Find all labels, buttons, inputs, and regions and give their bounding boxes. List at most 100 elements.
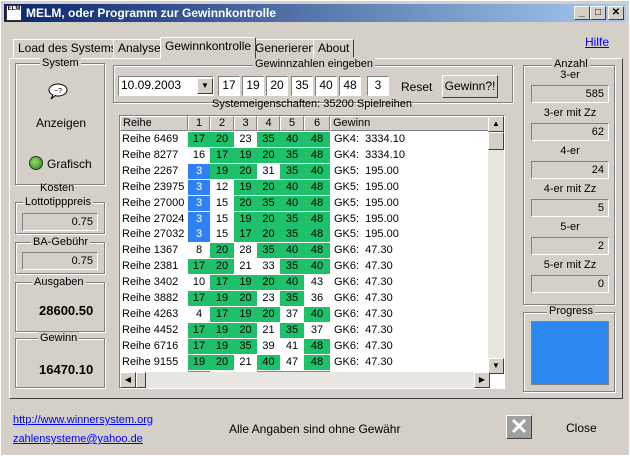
table-header-cell[interactable]: 1 — [188, 116, 210, 131]
number-cell: 40 — [280, 243, 304, 259]
scroll-left-icon[interactable]: ◀ — [120, 372, 136, 388]
number-cell: 48 — [304, 243, 330, 259]
number-cell: 40 — [257, 354, 280, 370]
table-row[interactable]: Reihe 27000 3 15 20 35 40 48 GK5: 195.00 — [120, 195, 490, 211]
table-header-cell[interactable]: 6 — [304, 116, 330, 131]
table-header-cell[interactable]: Gewinn — [330, 116, 490, 131]
table-row[interactable]: Reihe 27032 3 15 17 20 35 48 GK5: 195.00 — [120, 227, 490, 243]
anzeigen-label[interactable]: Anzeigen — [36, 116, 86, 130]
row-name: Reihe 1367 — [122, 244, 179, 257]
table-row[interactable]: Reihe 8277 16 17 19 20 35 48 GK4: 3334.10 — [120, 147, 490, 163]
number-cell: 35 — [280, 322, 304, 338]
tab-gewinnkontrolle[interactable]: Gewinnkontrolle — [160, 37, 257, 59]
zusatzzahl-field[interactable]: 3 — [367, 76, 389, 96]
scroll-thumb[interactable] — [488, 132, 504, 150]
number-cell: 10 — [192, 276, 206, 289]
close-window-button[interactable]: ✕ — [608, 6, 624, 20]
gewinnzahl-field[interactable]: 19 — [242, 76, 264, 96]
number-cell: 47 — [285, 355, 299, 368]
table-row[interactable]: Reihe 9155 19 20 21 40 47 48 GK6: 47.30 — [120, 354, 490, 370]
number-cell: 20 — [234, 291, 257, 306]
table-row[interactable]: Reihe 2267 3 19 20 31 35 40 GK5: 195.00 — [120, 163, 490, 179]
table-row[interactable]: Reihe 3402 10 17 19 20 40 43 GK6: 47.30 — [120, 275, 490, 291]
close-icon[interactable] — [506, 415, 532, 439]
table-row[interactable]: Reihe 27024 3 15 19 20 35 48 GK5: 195.00 — [120, 211, 490, 227]
email-link[interactable]: zahlensysteme@yahoo.de — [13, 433, 143, 445]
scroll-down-icon[interactable]: ▼ — [488, 358, 504, 374]
gewinnzahl-field[interactable]: 48 — [339, 76, 361, 96]
row-name: Reihe 2381 — [122, 260, 179, 273]
ausgaben-label: Ausgaben — [32, 276, 86, 288]
table-row[interactable]: Reihe 6716 17 19 35 39 41 48 GK6: 47.30 — [120, 338, 490, 354]
number-cell: 35 — [280, 211, 304, 227]
row-name: Reihe 6469 — [122, 133, 179, 145]
anzahl-value: 585 — [531, 85, 609, 103]
table-row[interactable]: Reihe 1367 8 20 28 35 40 48 GK6: 47.30 — [120, 243, 490, 259]
number-cell: 16 — [192, 148, 206, 161]
number-cell: 41 — [285, 339, 299, 352]
minimize-button[interactable]: _ — [574, 6, 590, 20]
progress-title: Progress — [547, 305, 596, 317]
table-row[interactable]: Reihe 6469 17 20 23 35 40 48 GK4: 3334.10 — [120, 132, 490, 147]
number-cell: 31 — [262, 164, 275, 177]
anzahl-value: 5 — [531, 199, 609, 217]
table-header-cell[interactable]: Reihe — [120, 116, 188, 131]
table-row[interactable]: Reihe 4452 17 19 20 21 35 37 GK6: 47.30 — [120, 322, 490, 338]
number-cell: 20 — [257, 306, 280, 322]
reset-button[interactable]: Reset — [401, 80, 432, 94]
number-cell: 35 — [257, 132, 280, 147]
gewinn-button[interactable]: Gewinn?! — [442, 75, 498, 98]
app-icon: ELM — [6, 5, 22, 21]
tab-about[interactable]: About — [313, 39, 355, 58]
gewinn-cell: GK5: 195.00 — [334, 164, 399, 177]
number-cell: 35 — [280, 163, 304, 179]
number-cell: 20 — [234, 322, 257, 338]
table-header-cell[interactable]: 5 — [280, 116, 304, 131]
results-table: Reihe 1 2 3 4 5 6 Gewinn Reihe 6469 17 20 23 35 40 48… — [119, 115, 505, 389]
table-row[interactable]: Reihe 23975 3 12 19 20 40 48 GK5: 195.00 — [120, 179, 490, 195]
table-row[interactable]: Reihe 3882 17 19 20 23 35 36 GK6: 47.30 — [120, 291, 490, 306]
tab-analyse[interactable]: Analyse — [113, 39, 166, 58]
number-cell: 15 — [215, 196, 229, 209]
table-header-cell[interactable]: 2 — [210, 116, 234, 131]
gewinn-cell: GK6: 47.30 — [334, 355, 393, 368]
gewinn-cell: GK4: 3334.10 — [334, 148, 405, 161]
number-cell: 3 — [188, 195, 210, 211]
table-header-cell[interactable]: 4 — [257, 116, 280, 131]
close-button[interactable]: Close — [566, 421, 597, 435]
chevron-down-icon[interactable]: ▼ — [197, 78, 213, 94]
number-cell: 19 — [188, 354, 210, 370]
anzahl-label: 4-er mit Zz — [543, 183, 597, 195]
horizontal-scrollbar[interactable]: ◀ ▶ — [120, 372, 490, 388]
scroll-up-icon[interactable]: ▲ — [488, 116, 504, 132]
table-row[interactable]: Reihe 2381 17 20 21 33 35 40 GK6: 47.30 — [120, 259, 490, 275]
grafisch-label[interactable]: Grafisch — [47, 157, 92, 171]
number-cell: 20 — [234, 163, 257, 179]
ausgaben-value: 28600.50 — [39, 303, 94, 318]
gewinnzahl-field[interactable]: 20 — [266, 76, 288, 96]
gewinnzahl-field[interactable]: 40 — [315, 76, 337, 96]
gewinn-cell: GK6: 47.30 — [334, 260, 393, 273]
maximize-button[interactable]: □ — [590, 6, 606, 20]
gewinnzahl-field[interactable]: 35 — [291, 76, 313, 96]
hilfe-link[interactable]: Hilfe — [585, 35, 609, 49]
gewinnzahl-field[interactable]: 17 — [218, 76, 240, 96]
row-name: Reihe 9155 — [122, 355, 179, 368]
website-link[interactable]: http://www.winnersystem.org — [13, 414, 153, 426]
number-cell: 21 — [239, 260, 252, 273]
tab-generieren[interactable]: Generieren — [250, 39, 321, 58]
number-cell: 8 — [195, 244, 203, 257]
tab-load[interactable]: Load des Systems — [13, 39, 122, 58]
number-cell: 19 — [234, 275, 257, 291]
vertical-scrollbar[interactable]: ▲ ▼ — [488, 116, 504, 374]
number-cell: 20 — [257, 275, 280, 291]
date-select[interactable]: 10.09.2003 ▼ — [118, 76, 214, 96]
scroll-right-icon[interactable]: ▶ — [474, 372, 490, 388]
number-cell: 48 — [304, 338, 330, 354]
table-row[interactable]: Reihe 4263 4 17 19 20 37 40 GK6: 47.30 — [120, 306, 490, 322]
disclaimer-text: Alle Angaben sind ohne Gewähr — [229, 422, 401, 436]
grafisch-radio-icon[interactable] — [29, 156, 43, 170]
table-header-cell[interactable]: 3 — [234, 116, 257, 131]
hscroll-thumb[interactable] — [136, 372, 146, 388]
anzahl-label: 5-er mit Zz — [543, 259, 597, 271]
